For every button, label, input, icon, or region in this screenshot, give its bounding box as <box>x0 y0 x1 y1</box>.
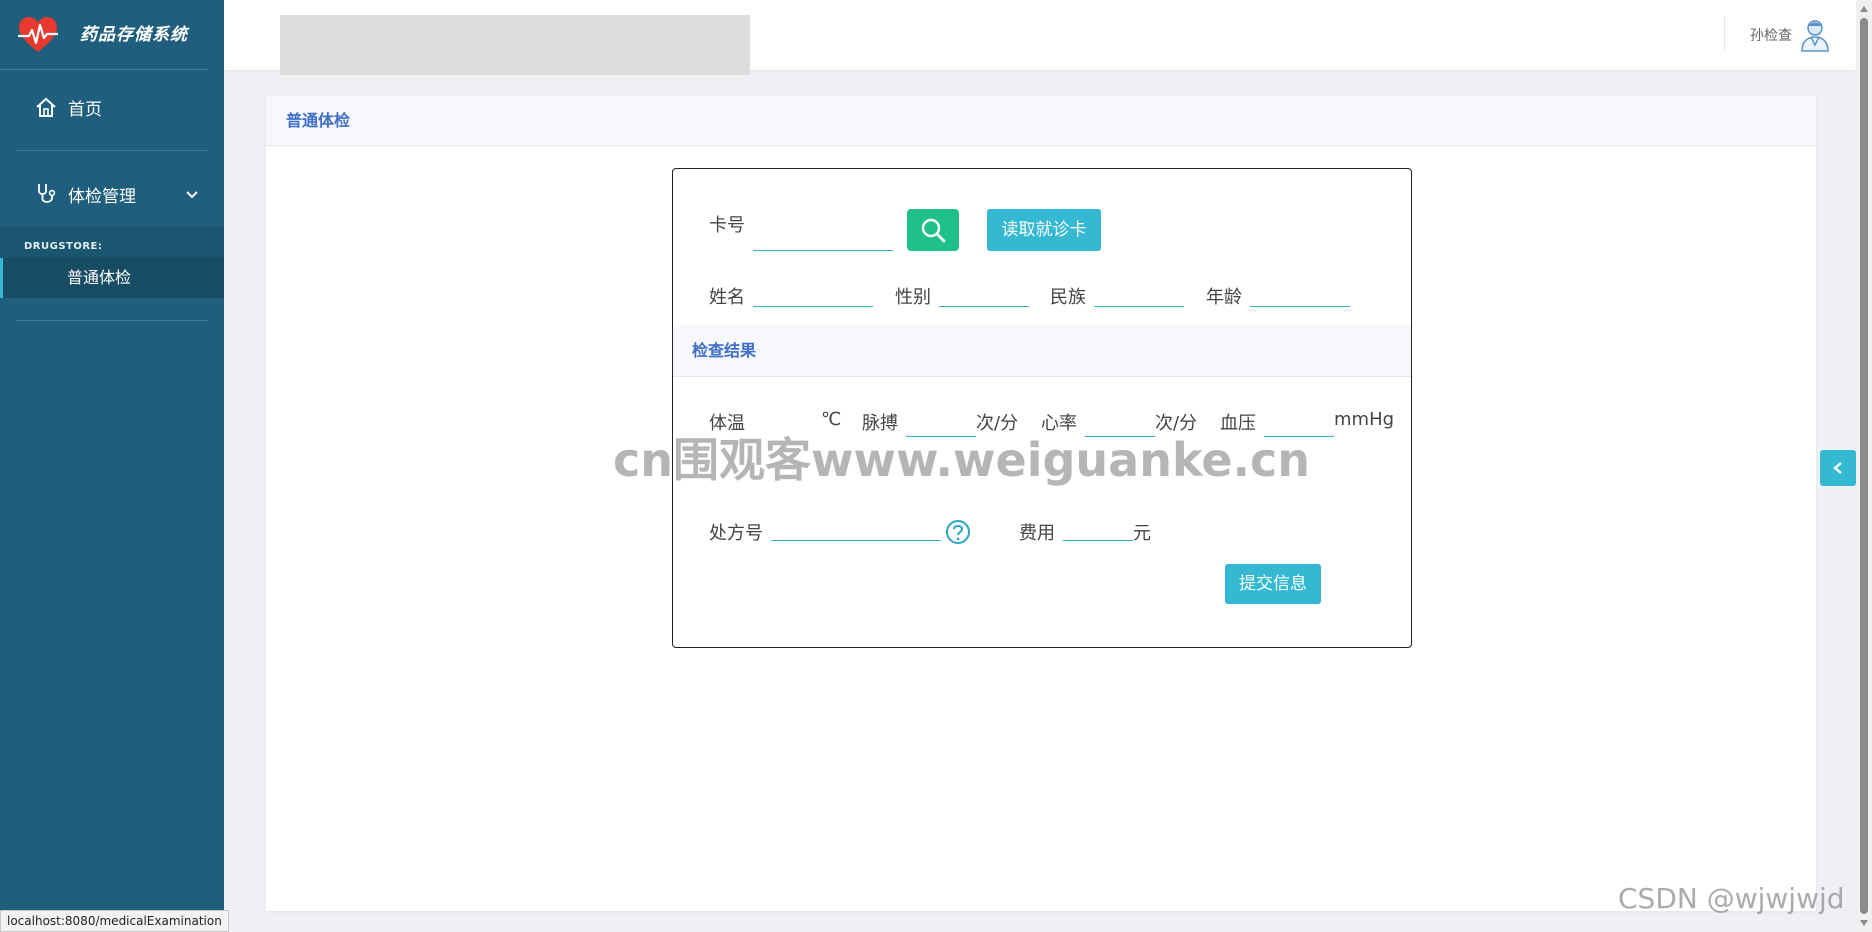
header-image-placeholder <box>280 15 750 75</box>
heart-rate-input[interactable] <box>1085 411 1155 437</box>
status-bar-url: localhost:8080/medicalExamination <box>0 910 229 932</box>
chevron-left-icon <box>1833 462 1842 474</box>
panel-title: 普通体检 <box>266 96 1816 146</box>
pulse-input[interactable] <box>906 411 976 437</box>
read-card-button[interactable]: 读取就诊卡 <box>987 209 1101 251</box>
card-number-input[interactable] <box>753 225 893 251</box>
csdn-watermark: CSDN @wjwjwjd <box>1618 882 1845 915</box>
pulse-label: 脉搏 <box>862 413 898 434</box>
nav-home-label: 首页 <box>68 99 102 120</box>
blood-pressure-label: 血压 <box>1220 413 1256 434</box>
age-input[interactable] <box>1250 281 1350 307</box>
temperature-unit: ℃ <box>821 409 842 430</box>
user-name: 孙检查 <box>1750 28 1792 44</box>
doctor-avatar-icon <box>1800 18 1830 52</box>
divider <box>16 150 208 151</box>
fee-input[interactable] <box>1063 515 1133 541</box>
nav-exam-label: 体检管理 <box>68 186 136 207</box>
exam-form: 卡号 读取就诊卡 姓名 性别 民族 年龄 检查结果 体温 ℃ 脉搏 次/分 心率… <box>672 168 1412 648</box>
name-input[interactable] <box>753 281 873 307</box>
blood-pressure-input[interactable] <box>1264 411 1334 437</box>
stethoscope-icon <box>34 182 58 206</box>
page-scrollbar[interactable] <box>1856 0 1872 932</box>
sidebar-item-general-exam[interactable]: 普通体检 <box>0 258 224 298</box>
app-title: 药品存储系统 <box>80 24 188 45</box>
blood-pressure-unit: mmHg <box>1334 409 1395 430</box>
search-icon <box>921 218 946 243</box>
brand: 药品存储系统 <box>0 0 208 70</box>
gender-input[interactable] <box>939 281 1029 307</box>
results-section-title: 检查结果 <box>673 325 1411 377</box>
heart-rate-label: 心率 <box>1041 413 1077 434</box>
home-icon <box>34 95 58 119</box>
divider <box>16 320 208 321</box>
top-bar: 孙检查 <box>224 0 1856 75</box>
collapse-panel-button[interactable] <box>1820 450 1856 486</box>
gender-label: 性别 <box>895 287 931 308</box>
ethnicity-label: 民族 <box>1050 287 1086 308</box>
nav-exam-management[interactable]: 体检管理 <box>0 161 224 227</box>
nav-home[interactable]: 首页 <box>0 74 224 140</box>
pulse-unit: 次/分 <box>976 413 1019 434</box>
scroll-down-arrow-icon[interactable] <box>1860 920 1868 926</box>
exam-submenu: DRUGSTORE: 普通体检 <box>0 227 224 298</box>
prescription-input[interactable] <box>771 515 941 541</box>
heart-pulse-icon <box>16 13 60 57</box>
submenu-heading: DRUGSTORE: <box>24 241 103 252</box>
main-panel: 普通体检 卡号 读取就诊卡 姓名 性别 民族 年龄 检查结果 体温 ℃ 脉搏 次… <box>266 96 1816 911</box>
name-label: 姓名 <box>709 287 745 308</box>
help-icon[interactable] <box>945 519 971 545</box>
divider <box>1724 16 1725 52</box>
fee-unit: 元 <box>1133 523 1151 544</box>
ethnicity-input[interactable] <box>1094 281 1184 307</box>
scroll-up-arrow-icon[interactable] <box>1860 6 1868 12</box>
age-label: 年龄 <box>1206 287 1242 308</box>
fee-label: 费用 <box>1019 523 1055 544</box>
sidebar: 药品存储系统 首页 体检管理 DRUGSTORE: 普通体检 <box>0 0 224 932</box>
prescription-label: 处方号 <box>709 523 763 544</box>
submit-button[interactable]: 提交信息 <box>1225 564 1321 604</box>
search-button[interactable] <box>907 209 959 251</box>
chevron-down-icon <box>186 184 198 204</box>
user-menu[interactable]: 孙检查 <box>1750 18 1830 52</box>
temperature-label: 体温 <box>709 413 745 434</box>
card-number-label: 卡号 <box>709 215 745 236</box>
heart-rate-unit: 次/分 <box>1155 413 1198 434</box>
scrollbar-thumb[interactable] <box>1860 18 1868 914</box>
temperature-input[interactable] <box>753 407 817 433</box>
